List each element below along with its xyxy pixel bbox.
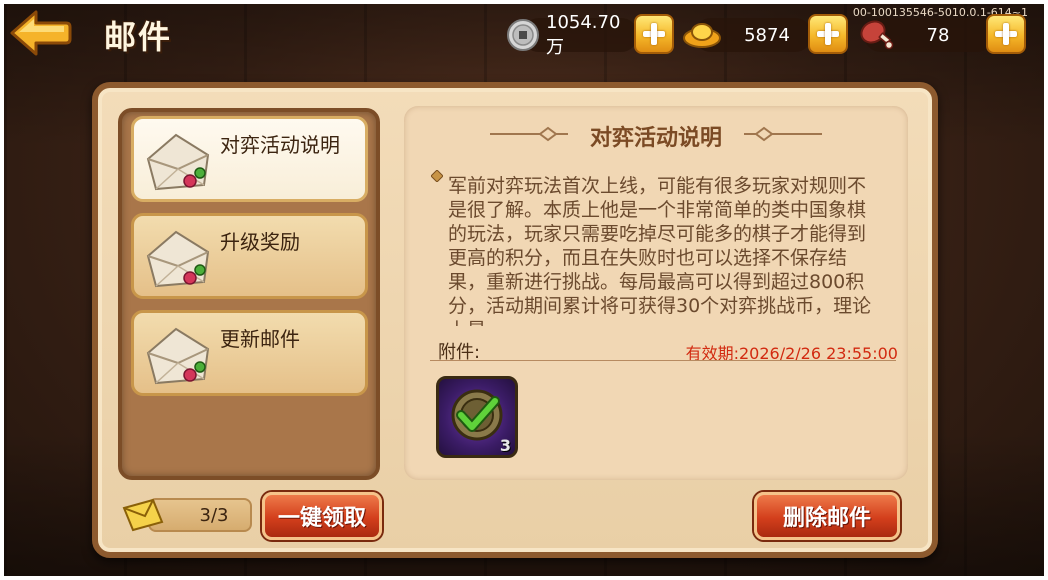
divider	[430, 360, 896, 361]
gold-ingot-icon	[683, 23, 721, 48]
envelope-icon	[146, 230, 210, 288]
mail-count: 3/3	[199, 504, 229, 526]
gold-amount: 5874	[744, 24, 790, 46]
mail-item-activity[interactable]: 对弈活动说明	[131, 116, 368, 202]
envelope-icon	[146, 133, 210, 191]
stamina-amount: 78	[926, 24, 950, 46]
mail-item-label: 升级奖励	[220, 230, 300, 254]
meat-icon	[860, 20, 894, 50]
delete-mail-button[interactable]: 删除邮件	[754, 492, 900, 540]
mail-envelope-icon	[122, 498, 164, 532]
add-gold-button[interactable]	[808, 14, 848, 54]
claim-all-button[interactable]: 一键领取	[262, 492, 382, 540]
back-button[interactable]	[8, 8, 72, 58]
mail-detail-title: 对弈活动说明	[589, 126, 722, 151]
mail-item-label: 对弈活动说明	[220, 133, 340, 157]
attachment-item[interactable]: 3	[436, 376, 518, 458]
title-ornament-right-icon	[744, 126, 822, 142]
mail-body-text: 军前对弈玩法首次上线，可能有很多玩家对规则不是很了解。本质上他是一个非常简单的类…	[448, 175, 872, 326]
mail-item-upgrade-reward[interactable]: 升级奖励	[131, 213, 368, 299]
add-stamina-button[interactable]	[986, 14, 1026, 54]
add-silver-button[interactable]	[634, 14, 674, 54]
envelope-icon	[146, 327, 210, 385]
attachment-count: 3	[499, 436, 511, 455]
back-arrow-icon	[10, 10, 72, 56]
mail-item-label: 更新邮件	[220, 327, 300, 351]
mail-item-update[interactable]: 更新邮件	[131, 310, 368, 396]
diamond-bullet-icon	[431, 170, 443, 182]
silver-coin-icon	[507, 19, 539, 51]
page-title: 邮件	[104, 18, 173, 56]
